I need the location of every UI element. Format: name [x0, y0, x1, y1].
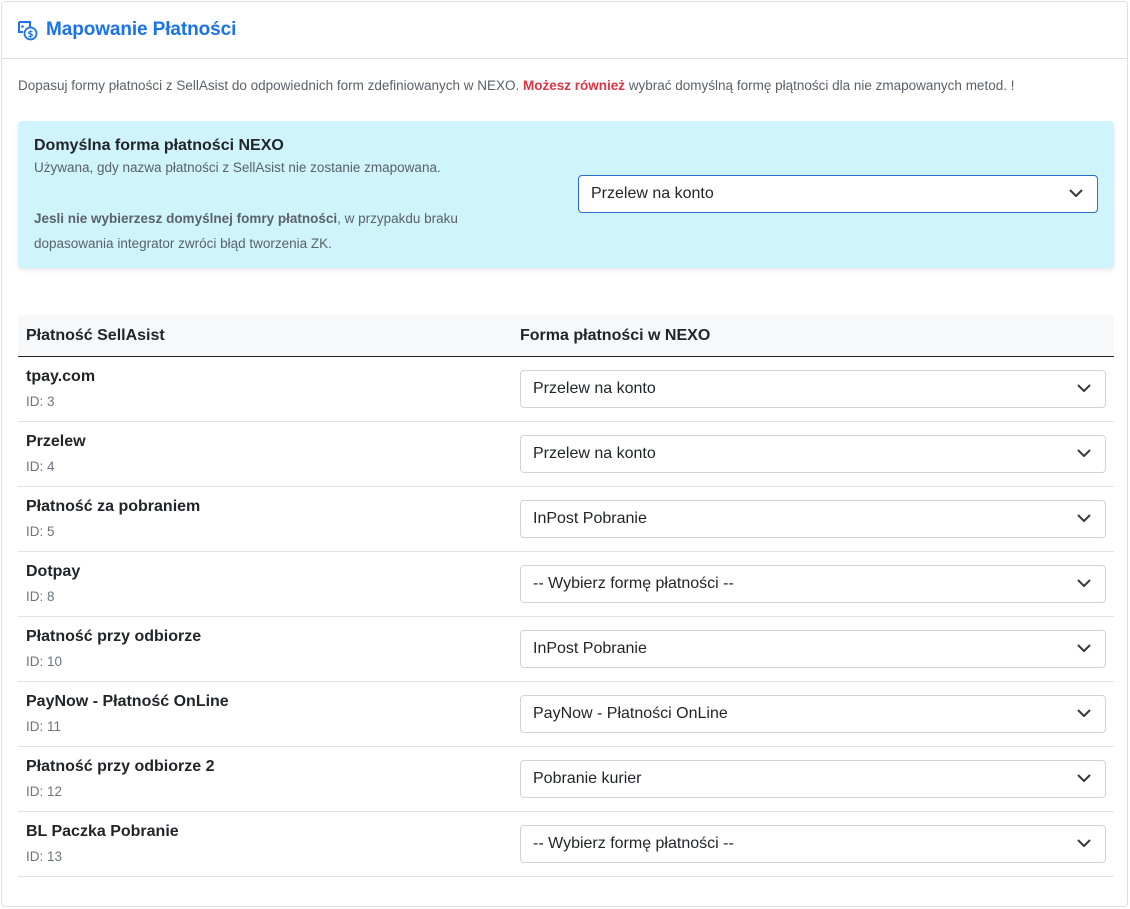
- table-row: PayNow - Płatność OnLine ID: 11 PayNow -…: [18, 682, 1114, 747]
- default-payment-title: Domyślna forma płatności NEXO: [34, 137, 284, 154]
- intro-highlight: Możesz również: [523, 78, 626, 93]
- mapping-table-body: tpay.com ID: 3 Przelew na konto Przelew …: [18, 357, 1114, 877]
- table-row: Płatność za pobraniem ID: 5 InPost Pobra…: [18, 487, 1114, 552]
- table-row: tpay.com ID: 3 Przelew na konto: [18, 357, 1114, 422]
- nexo-payment-select[interactable]: -- Wybierz formę płatności --: [520, 565, 1106, 603]
- default-payment-select-value: Przelew na konto: [591, 185, 714, 202]
- chevron-down-icon: [1077, 644, 1091, 652]
- nexo-payment-select-value: InPost Pobranie: [533, 510, 647, 527]
- table-row: Przelew ID: 4 Przelew na konto: [18, 422, 1114, 487]
- payment-id: ID: 5: [26, 524, 55, 539]
- payment-mapping-icon: $: [16, 19, 40, 41]
- payment-id: ID: 12: [26, 784, 63, 799]
- payment-name: Płatność przy odbiorze 2: [26, 758, 215, 775]
- nexo-payment-select-value: Przelew na konto: [533, 380, 656, 397]
- nexo-payment-select[interactable]: Przelew na konto: [520, 370, 1106, 408]
- payment-name: Płatność przy odbiorze: [26, 628, 202, 645]
- column-header-nexo: Forma płatności w NEXO: [520, 327, 711, 344]
- column-header-sellasist: Płatność SellAsist: [26, 327, 165, 344]
- table-row: BL Paczka Pobranie ID: 13 -- Wybierz for…: [18, 812, 1114, 877]
- chevron-down-icon: [1069, 189, 1083, 197]
- nexo-payment-select-value: -- Wybierz formę płatności --: [533, 835, 734, 852]
- nexo-payment-select[interactable]: InPost Pobranie: [520, 630, 1106, 668]
- nexo-payment-select-value: InPost Pobranie: [533, 640, 647, 657]
- svg-text:$: $: [28, 30, 34, 40]
- nexo-payment-select[interactable]: Przelew na konto: [520, 435, 1106, 473]
- payment-id: ID: 4: [26, 459, 55, 474]
- chevron-down-icon: [1077, 774, 1091, 782]
- default-payment-warning-bold: Jesli nie wybierzesz domyślnej fomry pła…: [34, 211, 338, 226]
- default-payment-box: Domyślna forma płatności NEXO Używana, g…: [18, 121, 1114, 268]
- payment-id: ID: 11: [26, 719, 62, 734]
- nexo-payment-select-value: PayNow - Płatności OnLine: [533, 705, 728, 722]
- chevron-down-icon: [1077, 839, 1091, 847]
- payment-name: BL Paczka Pobranie: [26, 823, 179, 840]
- payment-name: PayNow - Płatność OnLine: [26, 693, 229, 710]
- intro-text-before: Dopasuj formy płatności z SellAsist do o…: [18, 78, 520, 93]
- nexo-payment-select[interactable]: Pobranie kurier: [520, 760, 1106, 798]
- payment-name: Dotpay: [26, 563, 81, 580]
- nexo-payment-select[interactable]: PayNow - Płatności OnLine: [520, 695, 1106, 733]
- card-header: $ Mapowanie Płatności: [2, 2, 1127, 59]
- nexo-payment-select-value: -- Wybierz formę płatności --: [533, 575, 734, 592]
- chevron-down-icon: [1077, 579, 1091, 587]
- nexo-payment-select-value: Pobranie kurier: [533, 770, 642, 787]
- payment-name: tpay.com: [26, 368, 96, 385]
- intro-text: Dopasuj formy płatności z SellAsist do o…: [18, 78, 1014, 93]
- table-header: Płatność SellAsist Forma płatności w NEX…: [18, 315, 1114, 357]
- payment-name: Przelew: [26, 433, 86, 450]
- default-payment-subtitle: Używana, gdy nazwa płatności z SellAsist…: [34, 160, 441, 175]
- table-row: Dotpay ID: 8 -- Wybierz formę płatności …: [18, 552, 1114, 617]
- chevron-down-icon: [1077, 449, 1091, 457]
- payment-name: Płatność za pobraniem: [26, 498, 201, 515]
- chevron-down-icon: [1077, 514, 1091, 522]
- payment-id: ID: 8: [26, 589, 55, 604]
- nexo-payment-select[interactable]: InPost Pobranie: [520, 500, 1106, 538]
- intro-text-after: wybrać domyślną formę płątności dla nie …: [628, 78, 1015, 93]
- nexo-payment-select[interactable]: -- Wybierz formę płatności --: [520, 825, 1106, 863]
- payment-mapping-card: $ Mapowanie Płatności Dopasuj formy płat…: [1, 1, 1128, 907]
- payment-id: ID: 3: [26, 394, 55, 409]
- chevron-down-icon: [1077, 709, 1091, 717]
- table-row: Płatność przy odbiorze 2 ID: 12 Pobranie…: [18, 747, 1114, 812]
- payment-id: ID: 13: [26, 849, 63, 864]
- nexo-payment-select-value: Przelew na konto: [533, 445, 656, 462]
- page-title: Mapowanie Płatności: [46, 19, 237, 40]
- default-payment-warning: Jesli nie wybierzesz domyślnej fomry pła…: [34, 206, 504, 256]
- chevron-down-icon: [1077, 384, 1091, 392]
- table-row: Płatność przy odbiorze ID: 10 InPost Pob…: [18, 617, 1114, 682]
- default-payment-select[interactable]: Przelew na konto: [578, 175, 1098, 213]
- payment-id: ID: 10: [26, 654, 63, 669]
